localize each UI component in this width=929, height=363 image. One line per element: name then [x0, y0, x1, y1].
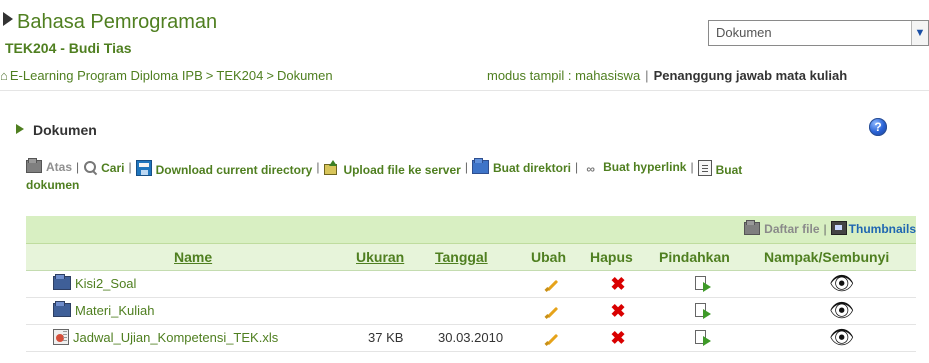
move-file-icon[interactable] [695, 303, 713, 319]
upload-file-action[interactable]: Upload file ke server [323, 160, 461, 178]
folder-icon [53, 301, 71, 317]
search-icon [83, 160, 97, 174]
column-header-size[interactable]: Ukuran [356, 244, 404, 270]
course-title: Bahasa Pemrograman [3, 12, 217, 32]
course-header: Bahasa Pemrograman TEK204 - Budi Tias Do… [0, 0, 929, 62]
delete-x-icon[interactable]: ✖ [610, 325, 626, 351]
link-icon: ∞ [586, 162, 595, 176]
create-directory-label: Buat direktori [492, 161, 571, 175]
mode-separator: | [645, 68, 649, 83]
create-document-action[interactable]: Buat [697, 160, 743, 178]
create-document-label-line1: Buat [715, 163, 743, 177]
download-directory-label: Download current directory [155, 163, 313, 177]
view-actions: Daftar file | Thumbnails [744, 216, 916, 243]
table-header-row: Name Ukuran Tanggal Ubah Hapus Pindahkan… [26, 244, 916, 271]
module-select-value: Dokumen [716, 25, 772, 40]
course-title-text: Bahasa Pemrograman [17, 11, 218, 33]
action-separator: | [574, 160, 579, 174]
delete-x-icon[interactable]: ✖ [610, 298, 626, 324]
module-select[interactable]: Dokumen ▼ [708, 20, 929, 46]
upload-file-label: Upload file ke server [343, 163, 461, 177]
course-subtitle: TEK204 - Budi Tias [5, 40, 132, 56]
search-action[interactable]: Cari [83, 160, 124, 176]
create-hyperlink-label: Buat hyperlink [603, 160, 687, 174]
file-date: 30.03.2010 [438, 330, 504, 345]
pencil-icon[interactable] [544, 331, 560, 347]
pencil-icon[interactable] [544, 277, 560, 293]
breadcrumb-link-home[interactable]: E-Learning Program Diploma IPB [10, 68, 203, 83]
breadcrumb-current-documents[interactable]: Dokumen [277, 68, 333, 83]
file-name-text: Materi_Kuliah [75, 303, 155, 318]
document-actions: Atas | Cari | Download current directory | Upl… [26, 158, 916, 193]
breadcrumb-separator: > [266, 68, 274, 83]
breadcrumb-separator: > [205, 68, 214, 83]
table-row: Kisi2_Soal ✖ 👁 [26, 271, 916, 298]
pencil-icon[interactable] [544, 304, 560, 320]
document-page: Bahasa Pemrograman TEK204 - Budi Tias Do… [0, 0, 929, 363]
view-separator: | [823, 222, 827, 236]
breadcrumb-link-course[interactable]: TEK204 [216, 68, 263, 83]
excel-file-icon [53, 329, 69, 345]
table-row: Materi_Kuliah ✖ 👁 [26, 298, 916, 325]
action-separator: | [464, 160, 468, 174]
search-action-label: Cari [101, 161, 125, 175]
upload-icon [323, 160, 339, 176]
folder-icon [471, 158, 489, 174]
column-header-move: Pindahkan [659, 249, 730, 265]
table-row: Jadwal_Ujian_Kompetensi_TEK.xls 37 KB 30… [26, 325, 916, 352]
view-mode-bar: Daftar file | Thumbnails [26, 216, 916, 244]
file-size: 37 KB [368, 330, 404, 345]
responsible-lecturer-text: Penanggung jawab mata kuliah [653, 68, 848, 83]
column-header-visibility: Nampak/Sembunyi [764, 249, 890, 265]
folder-list-icon [744, 220, 761, 235]
list-view-action[interactable]: Daftar file [744, 220, 820, 236]
visibility-eye-icon[interactable]: 👁 [829, 301, 854, 321]
save-icon [135, 160, 152, 176]
view-mode-text: modus tampil : mahasiswa [487, 68, 641, 83]
section-title: Dokumen [16, 120, 97, 140]
column-header-edit: Ubah [531, 249, 566, 265]
visibility-eye-icon[interactable]: 👁 [829, 328, 854, 348]
up-action-label: Atas [46, 160, 73, 174]
folder-link[interactable]: Materi_Kuliah [53, 298, 155, 324]
triangle-marker-icon [3, 12, 13, 26]
action-separator: | [690, 160, 694, 174]
column-header-date[interactable]: Tanggal [435, 244, 488, 270]
chevron-down-icon[interactable]: ▼ [911, 21, 928, 45]
column-header-delete: Hapus [590, 249, 633, 265]
column-header-name[interactable]: Name [174, 244, 212, 270]
create-document-label-line2[interactable]: dokumen [26, 178, 916, 193]
move-file-icon[interactable] [695, 276, 713, 292]
section-title-text: Dokumen [33, 122, 97, 138]
document-icon [697, 160, 712, 176]
breadcrumb-row: ⌂ E-Learning Program Diploma IPB > TEK204 > D… [0, 62, 929, 91]
actions-line: Atas | Cari | Download current directory | Upl… [26, 158, 916, 178]
file-table: Daftar file | Thumbnails Name Ukuran Tangg… [26, 216, 916, 352]
thumbnail-icon [830, 221, 847, 235]
action-separator: | [316, 160, 320, 174]
download-directory-action[interactable]: Download current directory [135, 160, 313, 178]
create-directory-action[interactable]: Buat direktori [471, 158, 571, 176]
breadcrumb: ⌂ E-Learning Program Diploma IPB > TEK204 > D… [0, 62, 333, 90]
thumbnail-view-action[interactable]: Thumbnails [830, 221, 916, 236]
folder-up-icon [26, 158, 42, 173]
action-separator: | [128, 160, 132, 174]
list-view-label: Daftar file [764, 222, 820, 236]
visibility-eye-icon[interactable]: 👁 [829, 274, 854, 294]
help-icon[interactable]: ? [869, 118, 887, 136]
file-name-text: Kisi2_Soal [75, 276, 137, 291]
move-file-icon[interactable] [695, 330, 713, 346]
create-hyperlink-action[interactable]: ∞ Buat hyperlink [582, 160, 686, 176]
folder-icon [53, 274, 71, 290]
mode-info: modus tampil : mahasiswa | Penanggung jawa… [487, 62, 847, 90]
house-icon: ⌂ [0, 68, 8, 83]
section-marker-icon [16, 124, 24, 134]
thumbnail-view-label: Thumbnails [848, 222, 916, 236]
delete-x-icon[interactable]: ✖ [610, 271, 626, 297]
folder-link[interactable]: Kisi2_Soal [53, 271, 136, 297]
file-name-text: Jadwal_Ujian_Kompetensi_TEK.xls [73, 330, 279, 345]
action-separator: | [76, 160, 80, 174]
up-action[interactable]: Atas [26, 158, 73, 175]
file-link[interactable]: Jadwal_Ujian_Kompetensi_TEK.xls [53, 325, 278, 351]
